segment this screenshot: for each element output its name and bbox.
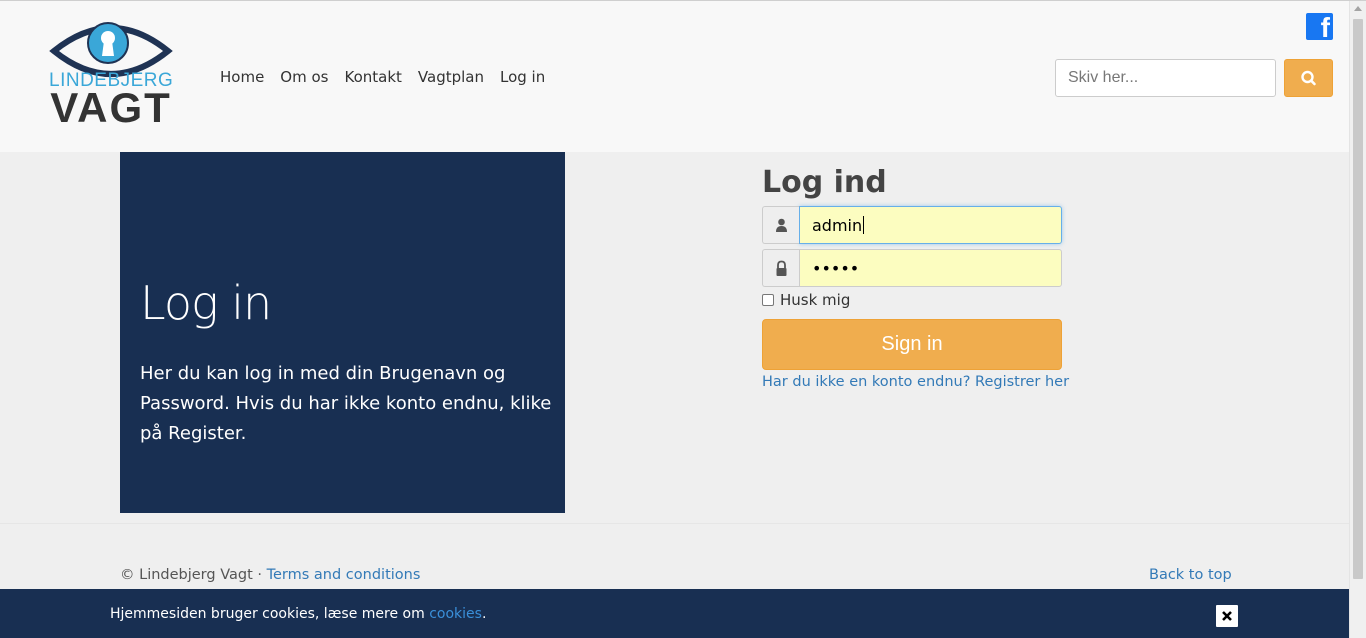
- logo[interactable]: LINDEBJERG VAGT: [46, 15, 176, 131]
- nav-kontakt[interactable]: Kontakt: [344, 68, 401, 86]
- cookie-bar: Hjemmesiden bruger cookies, læse mere om…: [0, 589, 1349, 638]
- nav-om-os[interactable]: Om os: [280, 68, 328, 86]
- password-value: •••••: [812, 258, 860, 278]
- site-header: LINDEBJERG VAGT Home Om os Kontakt Vagtp…: [0, 1, 1349, 152]
- search-input[interactable]: [1055, 59, 1276, 97]
- cookie-close-button[interactable]: [1216, 605, 1238, 627]
- search-button[interactable]: [1284, 59, 1333, 97]
- lock-addon: [762, 249, 799, 287]
- username-field[interactable]: admin: [799, 206, 1062, 244]
- user-addon: [762, 206, 799, 244]
- lock-icon: [776, 260, 787, 276]
- copyright-text: © Lindebjerg Vagt ·: [120, 567, 267, 583]
- password-group: •••••: [762, 249, 1062, 287]
- remember-me: Husk mig: [762, 291, 850, 309]
- footer-divider: [0, 523, 1349, 524]
- cookie-message: Hjemmesiden bruger cookies, læse mere om: [110, 606, 430, 622]
- footer-copyright: © Lindebjerg Vagt · Terms and conditions: [120, 567, 420, 583]
- username-group: admin: [762, 206, 1062, 244]
- nav-home[interactable]: Home: [220, 68, 264, 86]
- nav-vagtplan[interactable]: Vagtplan: [418, 68, 484, 86]
- hero-text: Her du kan log in med din Brugenavn og P…: [140, 363, 552, 444]
- cookies-link[interactable]: cookies: [429, 606, 482, 622]
- scroll-thumb[interactable]: [1353, 19, 1363, 579]
- remember-label: Husk mig: [780, 291, 851, 309]
- search-icon: [1301, 70, 1316, 86]
- page-scrollbar[interactable]: [1349, 1, 1366, 638]
- facebook-icon[interactable]: f: [1306, 12, 1333, 43]
- nav-log-in[interactable]: Log in: [500, 68, 545, 86]
- hero-panel: Log in Her du kan log in med din Brugena…: [120, 152, 565, 513]
- sign-in-button[interactable]: Sign in: [762, 319, 1062, 370]
- register-link[interactable]: Har du ikke en konto endnu? Registrer he…: [762, 374, 1069, 390]
- cookie-suffix: .: [481, 606, 487, 622]
- scroll-up-arrow[interactable]: [1354, 6, 1362, 11]
- close-icon: [1222, 611, 1232, 621]
- password-field[interactable]: •••••: [799, 249, 1062, 287]
- username-value: admin: [812, 215, 863, 235]
- terms-link[interactable]: Terms and conditions: [267, 567, 421, 583]
- logo-text-bottom: VAGT: [50, 84, 172, 131]
- login-title: Log ind: [762, 165, 887, 200]
- hero-title: Log in: [140, 276, 272, 330]
- text-caret: [863, 216, 865, 234]
- back-to-top-link[interactable]: Back to top: [1149, 567, 1232, 583]
- user-icon: [776, 218, 787, 232]
- cookie-text: Hjemmesiden bruger cookies, læse mere om…: [110, 606, 486, 622]
- remember-checkbox[interactable]: [762, 294, 774, 306]
- main-nav: Home Om os Kontakt Vagtplan Log in: [220, 68, 561, 86]
